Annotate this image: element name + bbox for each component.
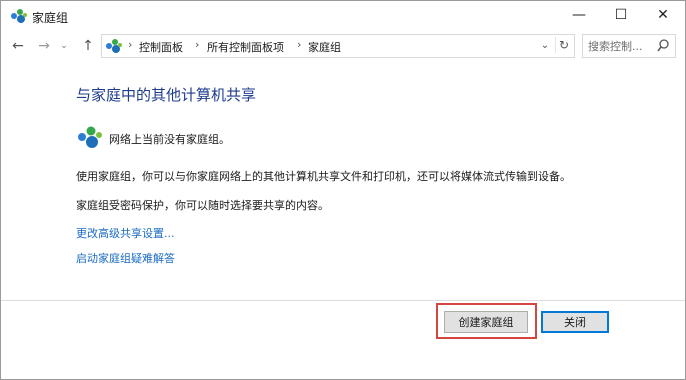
homegroup-icon	[11, 9, 27, 23]
minimize-button[interactable]: —	[557, 1, 601, 29]
close-button[interactable]: 关闭	[541, 311, 609, 333]
homegroup-icon	[106, 39, 122, 53]
search-icon[interactable]	[657, 39, 669, 53]
homegroup-window: 家庭组 — ☐ ✕ ← → ⌄ ↑ › 控制面板 › 所有控制面板项 › 家庭组…	[0, 0, 686, 380]
create-homegroup-button[interactable]: 创建家庭组	[444, 311, 528, 333]
refresh-button[interactable]: ↻	[555, 37, 572, 53]
close-window-button[interactable]: ✕	[641, 1, 685, 29]
up-button[interactable]: ↑	[79, 37, 97, 55]
back-button[interactable]: ←	[9, 37, 27, 55]
breadcrumb-control-panel[interactable]: 控制面板	[139, 39, 183, 55]
homegroup-status-text: 网络上当前没有家庭组。	[109, 133, 230, 146]
homegroup-icon	[78, 126, 102, 148]
navigation-bar: ← → ⌄ ↑ › 控制面板 › 所有控制面板项 › 家庭组 ⌄ ↻	[1, 33, 685, 59]
title-bar: 家庭组 — ☐ ✕	[1, 1, 685, 31]
address-dropdown-button[interactable]: ⌄	[538, 37, 552, 53]
change-advanced-sharing-link[interactable]: 更改高级共享设置...	[76, 225, 175, 241]
breadcrumb-all-control-panel-items[interactable]: 所有控制面板项	[207, 39, 284, 55]
breadcrumb-separator: ›	[297, 38, 302, 51]
breadcrumb-homegroup[interactable]: 家庭组	[308, 39, 341, 55]
search-box[interactable]	[582, 34, 676, 58]
homegroup-description: 使用家庭组，你可以与你家庭网络上的其他计算机共享文件和打印机，还可以将媒体流式传…	[76, 170, 571, 183]
breadcrumb-separator: ›	[128, 38, 133, 51]
maximize-button[interactable]: ☐	[599, 1, 643, 29]
homegroup-troubleshooter-link[interactable]: 启动家庭组疑难解答	[76, 250, 175, 266]
footer-divider	[1, 300, 685, 301]
forward-button[interactable]: →	[35, 37, 53, 55]
window-title: 家庭组	[32, 11, 69, 25]
password-protection-note: 家庭组受密码保护，你可以随时选择要共享的内容。	[76, 199, 329, 212]
search-input[interactable]	[588, 38, 656, 54]
page-title: 与家庭中的其他计算机共享	[76, 86, 257, 104]
breadcrumb-separator: ›	[195, 38, 200, 51]
recent-locations-button[interactable]: ⌄	[58, 37, 70, 55]
address-bar[interactable]: › 控制面板 › 所有控制面板项 › 家庭组 ⌄ ↻	[101, 34, 575, 58]
